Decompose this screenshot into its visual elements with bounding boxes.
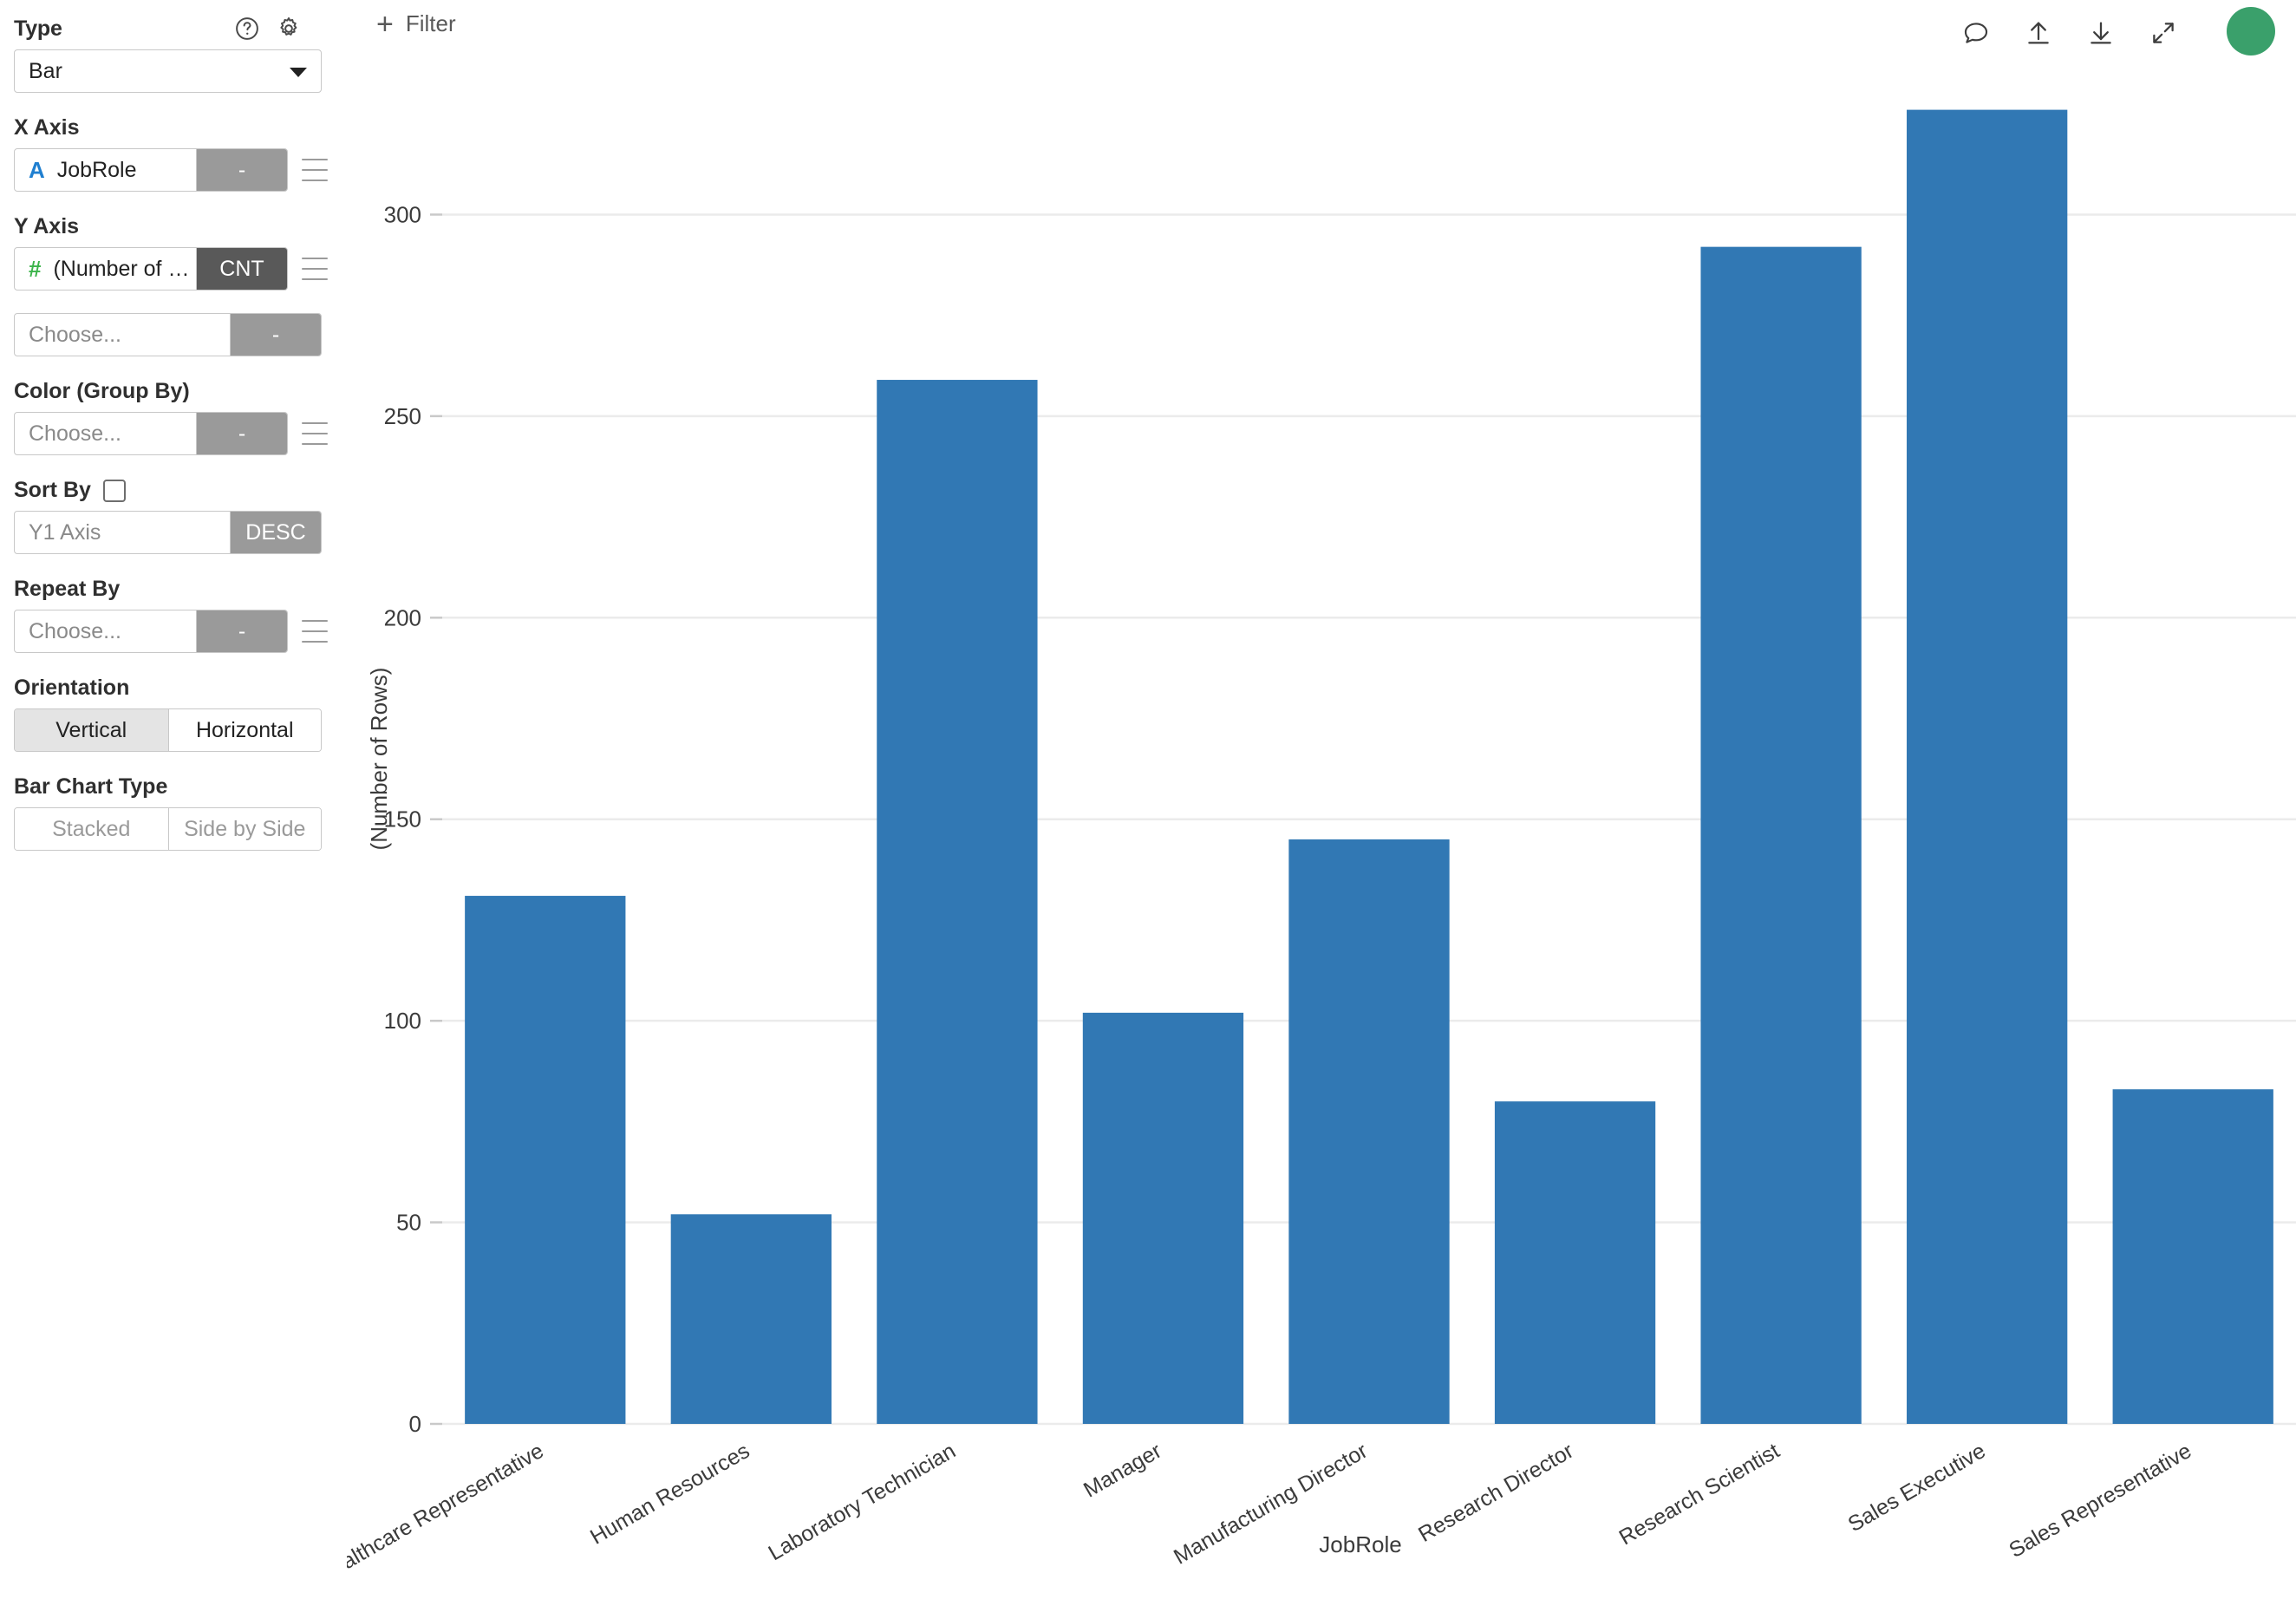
y-tick-label: 200 bbox=[384, 604, 421, 630]
y-axis-extra-pill[interactable]: Choose... - bbox=[14, 313, 322, 356]
type-header-icons bbox=[234, 16, 328, 42]
bar[interactable] bbox=[465, 896, 626, 1424]
y-axis-title: (Number of Rows) bbox=[366, 668, 392, 851]
bar-chart-svg[interactable]: 050100150200250300Healthcare Representat… bbox=[347, 47, 2296, 1606]
type-label: Type bbox=[14, 16, 62, 41]
sort-by-label-row: Sort By bbox=[14, 478, 328, 503]
bar-chart-type-toggle-group: Stacked Side by Side bbox=[14, 807, 322, 851]
plus-icon: + bbox=[376, 7, 394, 41]
orientation-option-horizontal[interactable]: Horizontal bbox=[167, 709, 321, 751]
sort-by-field-name: Y1 Axis bbox=[29, 519, 101, 545]
download-icon[interactable] bbox=[2086, 18, 2116, 48]
bar[interactable] bbox=[877, 380, 1038, 1424]
sort-by-label: Sort By bbox=[14, 478, 91, 502]
x-tick-label: Healthcare Representative bbox=[347, 1439, 548, 1588]
y-axis-field-name: (Number of Rows) bbox=[53, 256, 196, 281]
x-tick-label: Research Director bbox=[1414, 1439, 1577, 1547]
expand-icon[interactable] bbox=[2149, 18, 2178, 48]
x-axis-label: X Axis bbox=[14, 115, 80, 140]
y-axis-row: # (Number of Rows) CNT bbox=[14, 247, 328, 291]
x-tick-label: Manager bbox=[1080, 1439, 1165, 1503]
color-group-by-pill[interactable]: Choose... - bbox=[14, 412, 288, 455]
color-group-by-label: Color (Group By) bbox=[14, 379, 190, 403]
x-tick-label: Sales Executive bbox=[1844, 1439, 1990, 1537]
bar[interactable] bbox=[1494, 1101, 1656, 1424]
bar[interactable] bbox=[1288, 839, 1450, 1424]
sort-direction-toggle[interactable]: DESC bbox=[230, 512, 321, 553]
repeat-by-aggregate[interactable]: - bbox=[196, 610, 287, 652]
chevron-down-icon bbox=[290, 68, 307, 77]
chart-builder-app: Type Bar X Axis A JobRole - Y Axis # (Nu… bbox=[0, 0, 2296, 1606]
y-tick-label: 300 bbox=[384, 201, 421, 227]
repeat-by-row: Choose... - bbox=[14, 610, 328, 653]
bar[interactable] bbox=[1082, 1012, 1244, 1424]
y-axis-aggregate[interactable]: CNT bbox=[196, 248, 287, 290]
chart-type-select[interactable]: Bar bbox=[14, 49, 322, 93]
bar[interactable] bbox=[2112, 1089, 2273, 1424]
comment-icon[interactable] bbox=[1961, 18, 1991, 48]
bar-chart: 0 50 100 150 200 250 300 Healthcare Representat… bbox=[347, 47, 2296, 1606]
x-axis-pill[interactable]: A JobRole - bbox=[14, 148, 288, 192]
question-circle-icon[interactable] bbox=[234, 16, 260, 42]
orientation-toggle-group: Vertical Horizontal bbox=[14, 708, 322, 752]
bar-chart-type-option-side-by-side[interactable]: Side by Side bbox=[167, 808, 321, 850]
repeat-by-label: Repeat By bbox=[14, 577, 121, 601]
bar[interactable] bbox=[1907, 109, 2068, 1424]
x-axis-field-name: JobRole bbox=[56, 157, 137, 182]
x-tick-label: Human Resources bbox=[586, 1439, 753, 1550]
sort-by-checkbox[interactable] bbox=[102, 479, 126, 502]
x-axis-title: JobRole bbox=[1319, 1531, 1401, 1557]
x-axis-menu-icon[interactable] bbox=[302, 159, 328, 181]
sort-by-field[interactable]: Y1 Axis bbox=[15, 512, 230, 553]
y-axis-label: Y Axis bbox=[14, 214, 80, 238]
chart-main-panel: + Filter 0 50 100 150 200 250 300 Health… bbox=[347, 0, 2296, 1606]
repeat-by-field[interactable]: Choose... bbox=[15, 610, 196, 652]
sort-by-pill[interactable]: Y1 Axis DESC bbox=[14, 511, 322, 554]
x-axis-field[interactable]: A JobRole bbox=[15, 149, 196, 191]
upload-icon[interactable] bbox=[2024, 18, 2053, 48]
y-tick-label: 100 bbox=[384, 1008, 421, 1034]
color-group-by-aggregate[interactable]: - bbox=[196, 413, 287, 454]
color-group-by-field[interactable]: Choose... bbox=[15, 413, 196, 454]
orientation-label: Orientation bbox=[14, 676, 130, 700]
y-axis-extra-field[interactable]: Choose... bbox=[15, 314, 230, 356]
add-filter-button[interactable]: + Filter bbox=[376, 5, 456, 41]
y-axis-extra-row: Choose... - bbox=[14, 313, 328, 356]
chart-type-value: Bar bbox=[29, 58, 62, 83]
orientation-option-vertical[interactable]: Vertical bbox=[15, 709, 168, 751]
x-axis-row: A JobRole - bbox=[14, 148, 328, 192]
y-axis-extra-aggregate[interactable]: - bbox=[230, 314, 321, 356]
x-tick-label: Sales Representative bbox=[2005, 1439, 2195, 1563]
repeat-by-pill[interactable]: Choose... - bbox=[14, 610, 288, 653]
number-type-icon: # bbox=[29, 256, 42, 282]
x-axis-aggregate[interactable]: - bbox=[196, 149, 287, 191]
chart-config-sidebar: Type Bar X Axis A JobRole - Y Axis # (Nu… bbox=[0, 0, 347, 1606]
y-tick-label: 0 bbox=[409, 1411, 421, 1437]
y-axis-extra-field-name: Choose... bbox=[29, 322, 122, 347]
bar[interactable] bbox=[1700, 246, 1862, 1424]
filter-label: Filter bbox=[405, 10, 456, 36]
y-tick-label: 250 bbox=[384, 403, 421, 429]
color-group-by-row: Choose... - bbox=[14, 412, 328, 455]
top-toolbar: + Filter bbox=[347, 0, 2296, 55]
type-section-header: Type bbox=[14, 16, 328, 42]
bar-chart-type-option-stacked[interactable]: Stacked bbox=[15, 808, 168, 850]
sort-by-row: Y1 Axis DESC bbox=[14, 511, 328, 554]
bar-chart-type-label: Bar Chart Type bbox=[14, 774, 168, 799]
y-axis-pill[interactable]: # (Number of Rows) CNT bbox=[14, 247, 288, 291]
x-tick-label: Laboratory Technician bbox=[764, 1439, 959, 1565]
x-tick-label: Research Scientist bbox=[1615, 1439, 1784, 1550]
y-tick-label: 50 bbox=[396, 1210, 421, 1236]
repeat-by-menu-icon[interactable] bbox=[302, 620, 328, 643]
y-axis-field[interactable]: # (Number of Rows) bbox=[15, 248, 196, 290]
gear-icon[interactable] bbox=[276, 16, 302, 42]
string-type-icon: A bbox=[29, 157, 45, 183]
color-group-by-field-name: Choose... bbox=[29, 421, 122, 446]
color-group-by-menu-icon[interactable] bbox=[302, 422, 328, 445]
repeat-by-field-name: Choose... bbox=[29, 618, 122, 643]
bar[interactable] bbox=[670, 1214, 832, 1424]
y-axis-menu-icon[interactable] bbox=[302, 258, 328, 280]
